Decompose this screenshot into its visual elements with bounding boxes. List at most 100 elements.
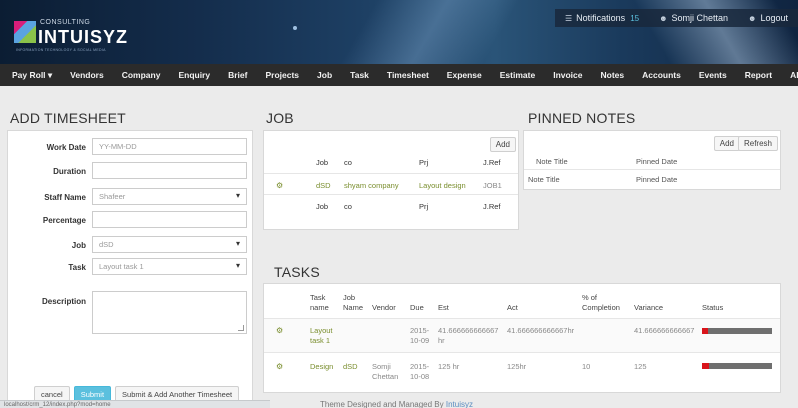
- percentage-label: Percentage: [42, 216, 86, 225]
- job-panel: Add Job co Prj J.Ref ⚙ dSD shyam company…: [263, 130, 519, 230]
- nav-item-accounts[interactable]: Accounts: [633, 70, 690, 80]
- notifications-link[interactable]: ☰ Notifications 15: [555, 9, 649, 27]
- company-cell[interactable]: shyam company: [344, 181, 399, 190]
- user-icon: ☻: [659, 13, 668, 23]
- description-label: Description: [41, 297, 86, 306]
- status-progress-fill: [702, 328, 708, 334]
- act-col-header: Act: [507, 303, 518, 312]
- table-row[interactable]: ⚙ Design dSD Somji Chettan 2015-10-08 12…: [264, 352, 780, 386]
- prj-col-header: Prj: [419, 158, 429, 167]
- task-name-cell[interactable]: Layout task 1: [310, 326, 340, 346]
- nav-item-expense[interactable]: Expense: [438, 70, 491, 80]
- act-cell: 125hr: [507, 362, 527, 371]
- due-col-header: Due: [410, 303, 424, 312]
- job-ref-cell: JOB1: [483, 181, 502, 190]
- page-footer: Theme Designed and Managed By Intuisyz: [320, 400, 473, 408]
- logout-link[interactable]: ☻ Logout: [738, 9, 798, 27]
- add-job-button[interactable]: Add: [489, 137, 516, 152]
- job-footer-row: Job co Prj J.Ref: [264, 194, 518, 216]
- footer-brand-link[interactable]: Intuisyz: [446, 400, 473, 408]
- note-title-col-footer: Note Title: [528, 175, 560, 184]
- nav-item-payroll[interactable]: Pay Roll ▾: [0, 70, 61, 81]
- company-logo[interactable]: CONSULTING INTUISYZ INFORMATION TECHNOLO…: [14, 17, 164, 57]
- duration-input[interactable]: [92, 162, 247, 179]
- logo-tagline: INFORMATION TECHNOLOGY & SOCIAL MEDIA: [16, 48, 106, 52]
- notes-footer-row: Note Title Pinned Date: [524, 169, 780, 187]
- job-name-cell[interactable]: dSD: [343, 362, 358, 372]
- task-name-col-header: Task name: [310, 293, 329, 312]
- work-date-input[interactable]: YY-MM-DD: [92, 138, 247, 155]
- nav-item-job[interactable]: Job: [308, 70, 341, 80]
- jref-col-header: J.Ref: [483, 158, 501, 167]
- main-nav: Pay Roll ▾ Vendors Company Enquiry Brief…: [0, 64, 798, 86]
- table-row[interactable]: ⚙ dSD shyam company Layout design JOB1: [264, 173, 518, 195]
- gear-icon[interactable]: ⚙: [276, 181, 283, 190]
- footer-text: Theme Designed and Managed By: [320, 400, 444, 408]
- percentage-input[interactable]: [92, 211, 247, 228]
- notifications-label: Notifications: [576, 13, 626, 23]
- refresh-notes-button[interactable]: Refresh: [737, 136, 778, 151]
- completion-col-header: % of Completion: [582, 293, 620, 312]
- job-label: Job: [71, 241, 86, 250]
- browser-status-bar: localhost/crm_12/index.php?mod=home: [0, 400, 270, 408]
- est-col-header: Est: [438, 303, 449, 312]
- logout-label: Logout: [760, 13, 788, 23]
- job-header-row: Job co Prj J.Ref: [264, 151, 518, 173]
- nav-item-notes[interactable]: Notes: [592, 70, 634, 80]
- project-cell[interactable]: Layout design: [419, 181, 466, 190]
- task-name-cell[interactable]: Design: [310, 362, 333, 372]
- nav-item-vendors[interactable]: Vendors: [61, 70, 113, 80]
- vendor-cell: Somji Chettan: [372, 362, 399, 381]
- job-col-footer: Job: [316, 202, 329, 211]
- nav-item-events[interactable]: Events: [690, 70, 736, 80]
- status-progress-bar: [702, 328, 772, 334]
- gear-icon[interactable]: ⚙: [276, 326, 283, 335]
- table-row[interactable]: ⚙ Layout task 1 2015-10-09 41.6666666666…: [264, 318, 780, 352]
- job-name-col-header: Job Name: [343, 293, 364, 312]
- gear-icon[interactable]: ⚙: [276, 362, 283, 371]
- task-select[interactable]: Layout task 1: [92, 258, 247, 275]
- est-cell: 41.666666666667 hr: [438, 326, 499, 345]
- staff-name-select[interactable]: Shafeer: [92, 188, 247, 205]
- jref-col-footer: J.Ref: [483, 202, 501, 211]
- notifications-count-badge: 15: [630, 13, 640, 23]
- tasks-panel: Task name Job Name Vendor Due Est Act % …: [263, 283, 781, 393]
- task-label: Task: [68, 263, 86, 272]
- job-col-header: Job: [316, 158, 329, 167]
- timesheet-form: Work Date YY-MM-DD Duration Staff Name S…: [7, 130, 253, 408]
- act-cell: 41.666666666667hr: [507, 326, 575, 335]
- nav-item-projects[interactable]: Projects: [256, 70, 308, 80]
- nav-item-task[interactable]: Task: [341, 70, 378, 80]
- nav-item-invoice[interactable]: Invoice: [544, 70, 591, 80]
- user-profile-link[interactable]: ☻ Somji Chettan: [649, 9, 738, 27]
- nav-item-admin[interactable]: ADMIN: [781, 70, 798, 80]
- note-title-col-header: Note Title: [536, 157, 568, 166]
- logo-subtitle: CONSULTING: [40, 19, 91, 26]
- add-note-button[interactable]: Add: [713, 136, 740, 151]
- variance-col-header: Variance: [634, 303, 664, 312]
- nav-item-enquiry[interactable]: Enquiry: [169, 70, 219, 80]
- job-cell[interactable]: dSD: [316, 181, 331, 190]
- co-col-header: co: [344, 158, 352, 167]
- nav-item-brief[interactable]: Brief: [219, 70, 256, 80]
- pinned-date-col-footer: Pinned Date: [636, 175, 678, 184]
- nav-item-report[interactable]: Report: [736, 70, 781, 80]
- job-select[interactable]: dSD: [92, 236, 247, 253]
- nav-item-timesheet[interactable]: Timesheet: [378, 70, 438, 80]
- duration-label: Duration: [53, 167, 86, 176]
- header-decoration: [330, 0, 530, 64]
- logo-title: INTUISYZ: [38, 27, 129, 47]
- co-col-footer: co: [344, 202, 352, 211]
- job-title: JOB: [266, 110, 294, 126]
- timesheet-title: ADD TIMESHEET: [10, 110, 126, 126]
- user-name: Somji Chettan: [671, 13, 729, 23]
- nav-item-estimate[interactable]: Estimate: [491, 70, 544, 80]
- bell-icon: ☰: [564, 13, 573, 23]
- nav-item-company[interactable]: Company: [113, 70, 170, 80]
- pinned-date-col-header: Pinned Date: [636, 157, 678, 166]
- staff-name-label: Staff Name: [44, 193, 86, 202]
- description-textarea[interactable]: [92, 291, 247, 334]
- logout-icon: ☻: [748, 13, 757, 23]
- header-decoration: [293, 26, 297, 30]
- status-progress-fill: [702, 363, 709, 369]
